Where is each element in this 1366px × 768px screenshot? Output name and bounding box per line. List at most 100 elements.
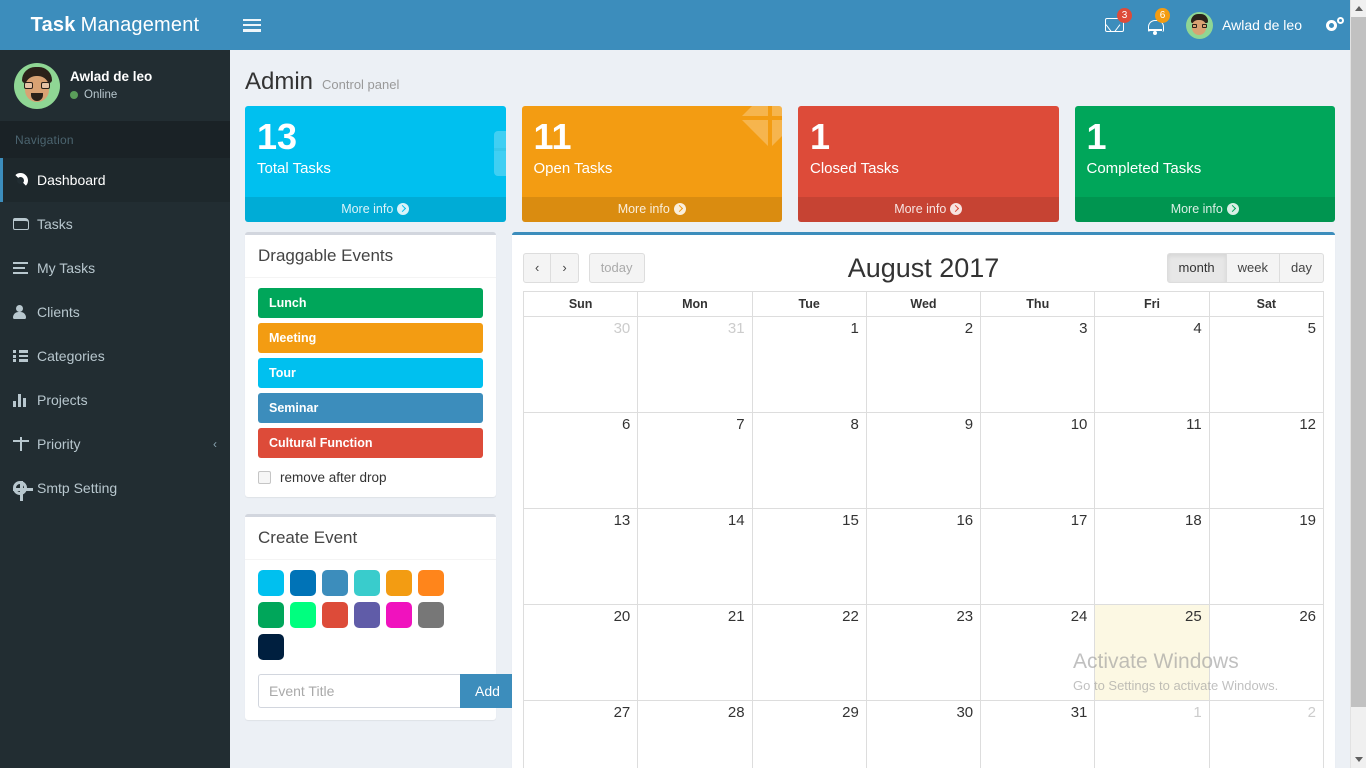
sidebar-item-priority[interactable]: Priority ‹ xyxy=(0,422,230,466)
sidebar-item-tasks[interactable]: Tasks xyxy=(0,202,230,246)
calendar-today-button[interactable]: today xyxy=(588,253,645,283)
calendar-day-cell[interactable]: 12 xyxy=(1208,412,1325,509)
calendar-day-cell[interactable]: 14 xyxy=(637,508,753,605)
calendar-day-cell[interactable]: 11 xyxy=(1094,412,1210,509)
notifications-button[interactable]: 6 xyxy=(1136,0,1174,50)
scroll-down-button[interactable] xyxy=(1351,751,1366,768)
calendar-view-week-button[interactable]: week xyxy=(1226,253,1281,283)
sidebar-user-panel[interactable]: Awlad de leo Online xyxy=(0,50,230,122)
online-dot-icon xyxy=(70,90,78,99)
stat-box-total-tasks[interactable]: 13 Total Tasks More info xyxy=(245,106,506,222)
scrollbar-thumb[interactable] xyxy=(1351,17,1366,707)
stat-more-info-link[interactable]: More info xyxy=(798,197,1059,222)
color-swatch[interactable] xyxy=(258,634,284,660)
sidebar-item-label: Smtp Setting xyxy=(37,480,118,496)
draggable-event[interactable]: Lunch xyxy=(258,288,483,318)
color-swatch[interactable] xyxy=(386,602,412,628)
calendar-view-month-button[interactable]: month xyxy=(1166,253,1227,283)
calendar-day-cell[interactable]: 1 xyxy=(1094,700,1210,768)
calendar-day-cell[interactable]: 10 xyxy=(980,412,1096,509)
stat-box-completed-tasks[interactable]: 1 Completed Tasks More info xyxy=(1074,106,1335,222)
calendar-day-cell[interactable]: 4 xyxy=(1094,316,1210,413)
add-event-button[interactable]: Add xyxy=(460,674,515,708)
color-swatch[interactable] xyxy=(322,602,348,628)
sidebar-item-smtp-setting[interactable]: Smtp Setting xyxy=(0,466,230,510)
remove-after-drop-row[interactable]: remove after drop xyxy=(258,463,483,485)
color-swatch[interactable] xyxy=(258,602,284,628)
calendar-day-cell[interactable]: 2 xyxy=(1208,700,1325,768)
calendar-view-day-button[interactable]: day xyxy=(1280,253,1324,283)
sidebar-item-clients[interactable]: Clients xyxy=(0,290,230,334)
calendar-day-cell[interactable]: 26 xyxy=(1208,604,1325,701)
vertical-scrollbar[interactable] xyxy=(1350,0,1366,768)
stat-box-open-tasks[interactable]: 11 Open Tasks More info xyxy=(521,106,782,222)
brand-logo[interactable]: Task Management xyxy=(0,0,230,50)
sidebar-item-categories[interactable]: Categories xyxy=(0,334,230,378)
brand-light: Management xyxy=(80,13,200,36)
calendar-day-cell[interactable]: 15 xyxy=(751,508,867,605)
color-swatch[interactable] xyxy=(386,570,412,596)
calendar-day-cell[interactable]: 7 xyxy=(637,412,753,509)
calendar-day-cell[interactable]: 23 xyxy=(865,604,982,701)
header-username: Awlad de leo xyxy=(1222,17,1302,33)
sidebar-toggle-button[interactable] xyxy=(230,0,274,50)
calendar-day-cell[interactable]: 2 xyxy=(865,316,982,413)
calendar-day-cell[interactable]: 27 xyxy=(522,700,639,768)
color-swatch[interactable] xyxy=(290,602,316,628)
sidebar-item-dashboard[interactable]: Dashboard xyxy=(0,158,230,202)
calendar-day-cell[interactable]: 19 xyxy=(1208,508,1325,605)
color-swatch[interactable] xyxy=(290,570,316,596)
main-content: Admin Control panel 13 Total Tasks More … xyxy=(230,50,1350,768)
more-info-label: More info xyxy=(1170,202,1223,216)
calendar-day-cell[interactable]: 9 xyxy=(865,412,982,509)
stat-boxes-row: 13 Total Tasks More info 11 Open Tasks M… xyxy=(230,106,1350,222)
calendar-grid: Sun Mon Tue Wed Thu Fri Sat 30 31 1 2 3 4 5 6 7 8 9 10 11 1… xyxy=(522,291,1325,768)
calendar-day-cell[interactable]: 22 xyxy=(751,604,867,701)
right-column: ‹ › today August 2017 month week day Sun… xyxy=(512,232,1335,768)
calendar-prev-button[interactable]: ‹ xyxy=(523,253,552,283)
calendar-day-cell[interactable]: 21 xyxy=(637,604,753,701)
draggable-event[interactable]: Cultural Function xyxy=(258,428,483,458)
create-event-title: Create Event xyxy=(258,528,358,547)
calendar-day-cell[interactable]: 31 xyxy=(637,316,753,413)
left-column: Draggable Events Lunch Meeting Tour Seminar… xyxy=(245,232,515,737)
scroll-up-button[interactable] xyxy=(1351,0,1366,17)
calendar-day-cell[interactable]: 30 xyxy=(522,316,639,413)
color-swatch[interactable] xyxy=(322,570,348,596)
stat-box-closed-tasks[interactable]: 1 Closed Tasks More info xyxy=(798,106,1059,222)
calendar-next-button[interactable]: › xyxy=(551,253,579,283)
messages-button[interactable]: 3 xyxy=(1093,0,1136,50)
calendar-day-cell[interactable]: 16 xyxy=(865,508,982,605)
calendar-day-cell[interactable]: 24 xyxy=(980,604,1096,701)
calendar-day-cell[interactable]: 3 xyxy=(980,316,1096,413)
draggable-event[interactable]: Meeting xyxy=(258,323,483,353)
draggable-event[interactable]: Seminar xyxy=(258,393,483,423)
calendar-day-cell[interactable]: 28 xyxy=(637,700,753,768)
stat-more-info-link[interactable]: More info xyxy=(245,197,506,222)
calendar-day-cell[interactable]: 20 xyxy=(522,604,639,701)
draggable-event[interactable]: Tour xyxy=(258,358,483,388)
event-title-input[interactable] xyxy=(258,674,460,708)
calendar-day-cell[interactable]: 17 xyxy=(980,508,1096,605)
calendar-day-cell[interactable]: 6 xyxy=(522,412,639,509)
calendar-day-cell[interactable]: 8 xyxy=(751,412,867,509)
stat-more-info-link[interactable]: More info xyxy=(1074,197,1335,222)
calendar-day-cell[interactable]: 30 xyxy=(865,700,982,768)
calendar-day-cell[interactable]: 25 xyxy=(1094,604,1210,701)
sidebar-item-projects[interactable]: Projects xyxy=(0,378,230,422)
calendar-day-cell[interactable]: 18 xyxy=(1094,508,1210,605)
color-swatch[interactable] xyxy=(418,602,444,628)
color-swatch[interactable] xyxy=(354,570,380,596)
user-menu-button[interactable]: Awlad de leo xyxy=(1174,0,1314,50)
color-swatch[interactable] xyxy=(418,570,444,596)
calendar-day-cell[interactable]: 31 xyxy=(980,700,1096,768)
stat-more-info-link[interactable]: More info xyxy=(521,197,782,222)
color-swatch[interactable] xyxy=(258,570,284,596)
calendar-day-cell[interactable]: 5 xyxy=(1208,316,1325,413)
color-swatch[interactable] xyxy=(354,602,380,628)
remove-after-drop-checkbox[interactable] xyxy=(258,471,271,484)
sidebar-item-my-tasks[interactable]: My Tasks xyxy=(0,246,230,290)
calendar-day-cell[interactable]: 13 xyxy=(522,508,639,605)
calendar-day-cell[interactable]: 1 xyxy=(751,316,867,413)
calendar-day-cell[interactable]: 29 xyxy=(751,700,867,768)
